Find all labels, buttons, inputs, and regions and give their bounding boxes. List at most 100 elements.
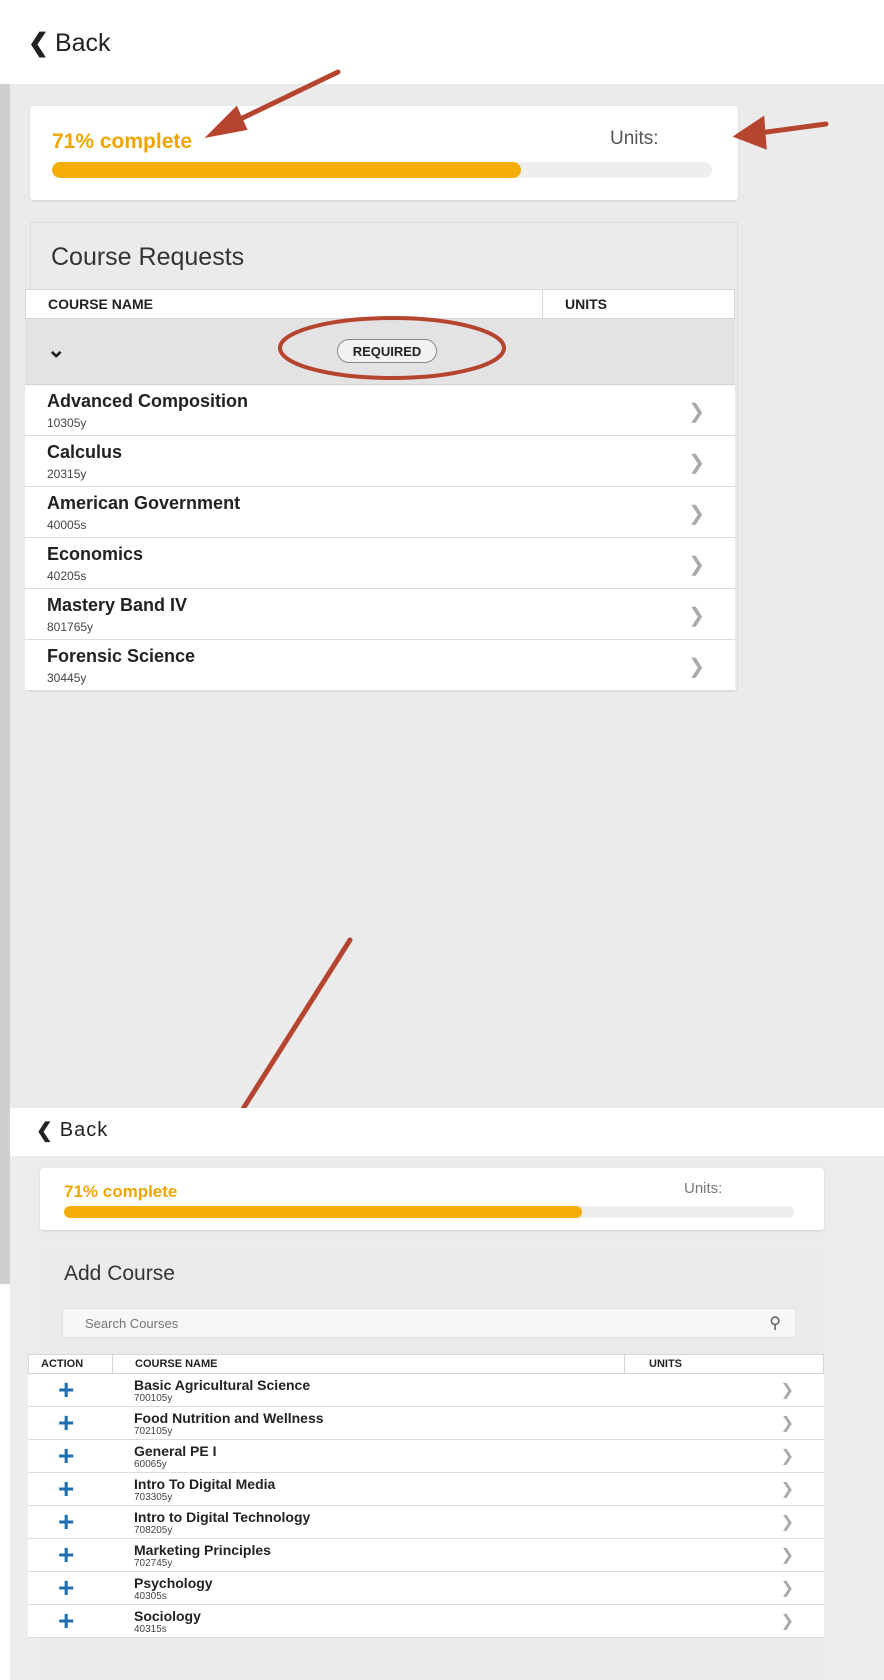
chevron-right-icon[interactable]: ❯	[688, 501, 705, 526]
add-course-row[interactable]: + Food Nutrition and Wellness 702105y ❯	[28, 1407, 824, 1440]
chevron-right-icon[interactable]: ❯	[688, 603, 705, 628]
plus-icon[interactable]: +	[58, 1442, 74, 1470]
annotation-arrow-2	[749, 121, 829, 137]
chevron-right-icon[interactable]: ❯	[781, 1545, 794, 1565]
course-requests-screen: ❮ Back 71% complete Units: Course Reques…	[0, 0, 884, 1284]
back-label: Back	[59, 1119, 109, 1141]
course-code: 40305s	[134, 1591, 167, 1602]
course-code: 702105y	[134, 1426, 173, 1437]
plus-icon[interactable]: +	[58, 1475, 74, 1503]
chevron-right-icon[interactable]: ❯	[781, 1380, 794, 1400]
bottom-header: ❮ Back	[10, 1108, 884, 1156]
column-header-course-name: COURSE NAME	[26, 290, 543, 318]
chevron-right-icon[interactable]: ❯	[688, 552, 705, 577]
chevron-right-icon[interactable]: ❯	[688, 654, 705, 679]
top-header: ❮ Back	[0, 0, 884, 84]
chevron-right-icon[interactable]: ❯	[688, 399, 705, 424]
chevron-right-icon[interactable]: ❯	[688, 450, 705, 475]
search-input[interactable]	[63, 1315, 743, 1331]
table-header: COURSE NAME UNITS	[25, 289, 735, 319]
course-code: 708205y	[134, 1525, 173, 1536]
chevron-down-icon[interactable]: ⌄	[47, 337, 65, 363]
course-code: 20315y	[47, 467, 87, 481]
add-course-row[interactable]: + General PE I 60065y ❯	[28, 1440, 824, 1473]
card-title: Course Requests	[51, 243, 245, 271]
course-request-row[interactable]: Calculus 20315y ❯	[25, 436, 735, 487]
course-code: 10305y	[47, 416, 87, 430]
chevron-right-icon[interactable]: ❯	[781, 1446, 794, 1466]
course-request-row[interactable]: Advanced Composition 10305y ❯	[25, 385, 735, 436]
progress-card-2: 71% complete Units:	[40, 1168, 824, 1230]
course-name: General PE I	[134, 1443, 217, 1459]
chevron-right-icon[interactable]: ❯	[781, 1611, 794, 1631]
search-box: ⚲	[62, 1308, 796, 1338]
course-name: Marketing Principles	[134, 1542, 271, 1558]
course-name: Calculus	[47, 442, 123, 462]
plus-icon[interactable]: +	[58, 1574, 74, 1602]
chevron-right-icon[interactable]: ❯	[781, 1479, 794, 1499]
course-name: Psychology	[134, 1575, 213, 1591]
course-code: 40315s	[134, 1624, 167, 1635]
add-course-row[interactable]: + Intro to Digital Technology 708205y ❯	[28, 1506, 824, 1539]
search-icon[interactable]: ⚲	[769, 1313, 781, 1333]
course-code: 30445y	[47, 671, 87, 685]
course-code: 60065y	[134, 1459, 167, 1470]
plus-icon[interactable]: +	[58, 1607, 74, 1635]
add-course-screen: ❮ Back 71% complete Units: Add Course ⚲ …	[10, 1108, 884, 1680]
add-course-row[interactable]: + Basic Agricultural Science 700105y ❯	[28, 1374, 824, 1407]
back-label: Back	[54, 28, 111, 57]
plus-icon[interactable]: +	[58, 1541, 74, 1569]
course-name: American Government	[47, 493, 241, 513]
column-header-action: ACTION	[29, 1355, 113, 1373]
course-code: 702745y	[134, 1558, 173, 1569]
back-button[interactable]: ❮ Back	[28, 28, 111, 58]
course-name: Economics	[47, 544, 144, 564]
course-name: Intro to Digital Technology	[134, 1509, 311, 1525]
chevron-right-icon[interactable]: ❯	[781, 1578, 794, 1598]
course-requests-card: Course Requests COURSE NAME UNITS ⌄ REQU…	[25, 222, 738, 692]
chevron-right-icon[interactable]: ❯	[781, 1512, 794, 1532]
course-request-row[interactable]: Forensic Science 30445y ❯	[25, 640, 735, 691]
course-request-row[interactable]: Mastery Band IV 801765y ❯	[25, 589, 735, 640]
required-group-row[interactable]: ⌄ REQUIRED	[25, 319, 735, 385]
course-name: Basic Agricultural Science	[134, 1377, 311, 1393]
back-button-2[interactable]: ❮ Back	[36, 1118, 108, 1143]
progress-label: 71% complete	[64, 1182, 178, 1201]
course-code: 40005s	[47, 518, 87, 532]
add-course-card: Add Course ⚲ ACTION COURSE NAME UNITS + B…	[28, 1248, 824, 1680]
course-name: Mastery Band IV	[47, 595, 188, 615]
units-label: Units:	[610, 128, 659, 149]
units-label: Units:	[684, 1180, 723, 1197]
course-code: 703305y	[134, 1492, 173, 1503]
add-course-row[interactable]: + Marketing Principles 702745y ❯	[28, 1539, 824, 1572]
progress-card: 71% complete Units:	[30, 106, 738, 200]
plus-icon[interactable]: +	[58, 1508, 74, 1536]
course-request-list: Advanced Composition 10305y ❯ Calculus 20315…	[25, 385, 735, 691]
add-course-row[interactable]: + Psychology 40305s ❯	[28, 1572, 824, 1605]
course-name: Intro To Digital Media	[134, 1476, 276, 1492]
course-name: Forensic Science	[47, 646, 196, 666]
progress-bar	[52, 162, 712, 178]
course-name: Advanced Composition	[47, 391, 249, 411]
add-course-row[interactable]: + Intro To Digital Media 703305y ❯	[28, 1473, 824, 1506]
chevron-left-icon: ❮	[28, 29, 49, 57]
required-badge: REQUIRED	[337, 339, 437, 363]
add-course-row[interactable]: + Sociology 40315s ❯	[28, 1605, 824, 1638]
plus-icon[interactable]: +	[58, 1409, 74, 1437]
course-request-row[interactable]: American Government 40005s ❯	[25, 487, 735, 538]
progress-bar-fill	[64, 1206, 583, 1218]
chevron-right-icon[interactable]: ❯	[781, 1413, 794, 1433]
annotation-line-3	[233, 937, 353, 1120]
annotation-arrowhead-2	[732, 115, 767, 150]
column-header-units: UNITS	[565, 296, 607, 312]
progress-bar	[64, 1206, 794, 1218]
card-title: Add Course	[64, 1262, 175, 1285]
progress-bar-fill	[52, 162, 521, 178]
add-course-list: + Basic Agricultural Science 700105y ❯ + Food…	[28, 1374, 824, 1638]
plus-icon[interactable]: +	[58, 1376, 74, 1404]
course-request-row[interactable]: Economics 40205s ❯	[25, 538, 735, 589]
course-name: Food Nutrition and Wellness	[134, 1410, 324, 1426]
column-header-course-name: COURSE NAME	[113, 1355, 625, 1373]
column-header-units: UNITS	[649, 1358, 682, 1370]
progress-label: 71% complete	[52, 130, 193, 153]
